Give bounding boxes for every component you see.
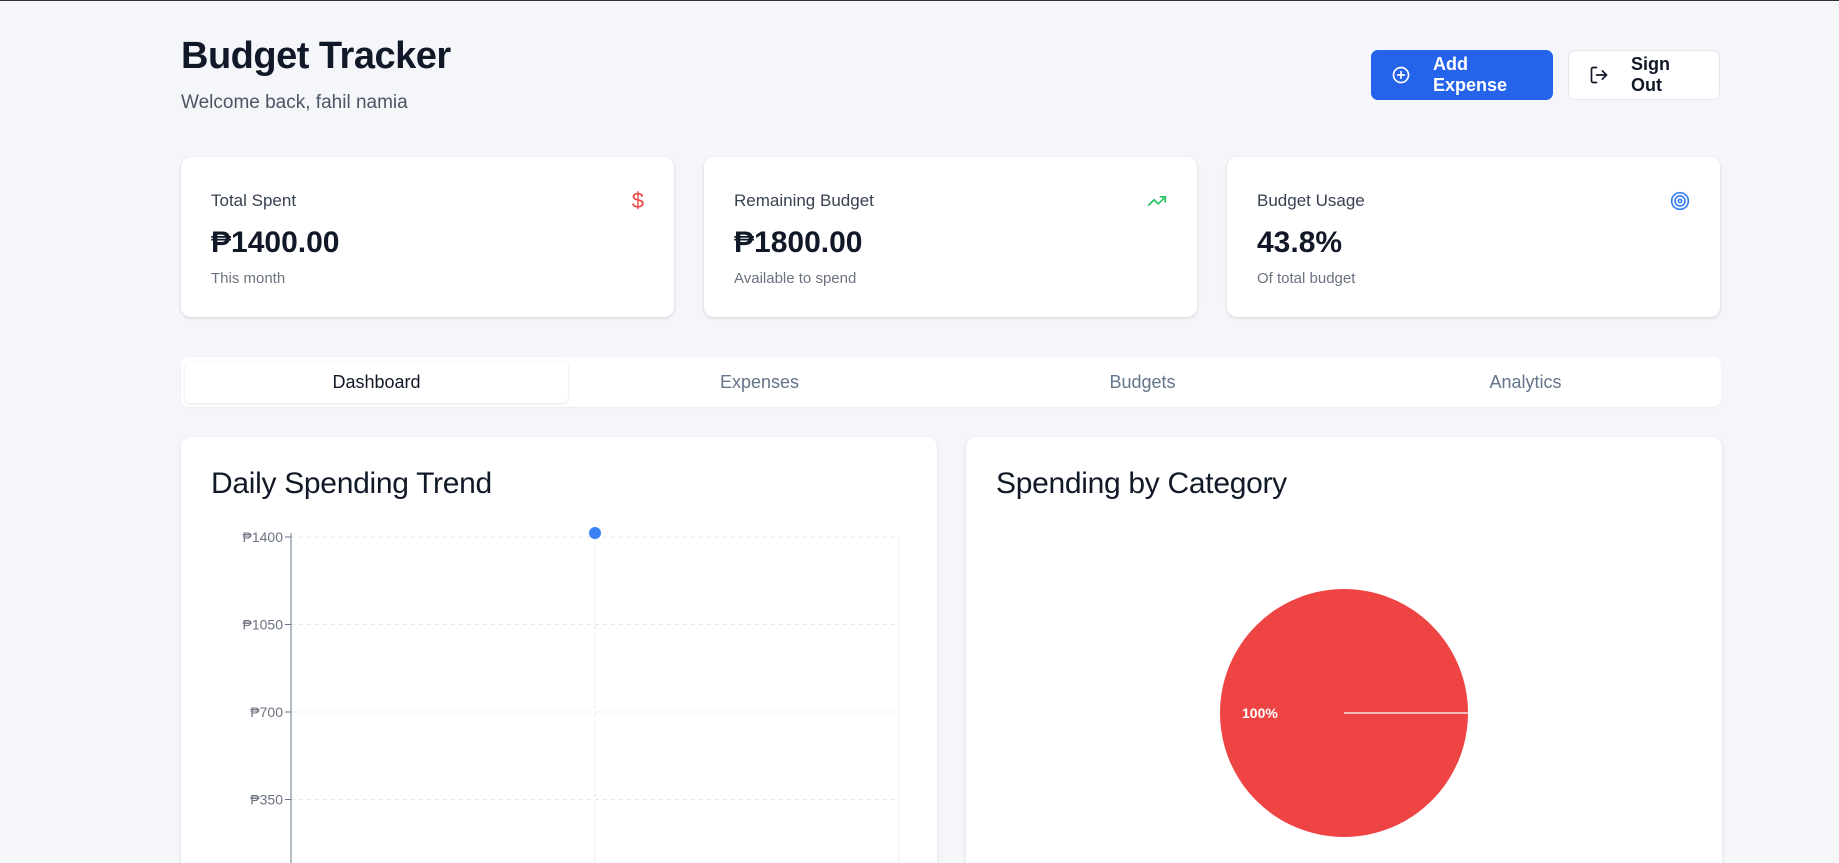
budget-usage-card: Budget Usage 43.8% Of total budget — [1227, 157, 1720, 317]
tab-budgets[interactable]: Budgets — [951, 361, 1334, 403]
stats-row: Total Spent ₱1400.00 This month $ Remain… — [181, 157, 1720, 317]
plus-circle-icon — [1392, 66, 1410, 84]
stat-subtext: This month — [211, 270, 286, 287]
stat-value: 43.8% — [1257, 226, 1343, 259]
category-pie-chart: 100% — [1220, 589, 1468, 837]
page-header: Budget Tracker Welcome back, fahil namia — [181, 35, 451, 114]
sign-out-button[interactable]: Sign Out — [1568, 50, 1720, 100]
y-tick-label: ₱350 — [250, 792, 283, 808]
daily-spending-panel: Daily Spending Trend ₱1400 ₱1050 ₱700 ₱350 — [181, 437, 937, 863]
stat-value: ₱1400.00 — [211, 226, 340, 259]
remaining-budget-card: Remaining Budget ₱1800.00 Available to s… — [704, 157, 1197, 317]
stat-subtext: Of total budget — [1257, 270, 1356, 287]
y-tick-label: ₱700 — [250, 704, 283, 720]
tab-expenses[interactable]: Expenses — [568, 361, 951, 403]
tab-analytics[interactable]: Analytics — [1334, 361, 1717, 403]
welcome-message: Welcome back, fahil namia — [181, 92, 408, 113]
tab-dashboard[interactable]: Dashboard — [185, 361, 568, 403]
total-spent-card: Total Spent ₱1400.00 This month $ — [181, 157, 674, 317]
add-expense-label: Add Expense — [1433, 54, 1508, 95]
y-tick-label: ₱1050 — [243, 617, 284, 633]
daily-spending-chart: ₱1400 ₱1050 ₱700 ₱350 — [243, 527, 900, 863]
add-expense-button[interactable]: Add Expense — [1371, 50, 1553, 100]
header-actions: Add Expense Sign Out — [1371, 50, 1720, 100]
y-tick-label: ₱1400 — [243, 529, 284, 545]
stat-label: Total Spent — [211, 191, 297, 210]
stat-subtext: Available to spend — [734, 270, 857, 287]
sign-out-label: Sign Out — [1631, 54, 1670, 95]
pie-slice-label: 100% — [1242, 705, 1278, 721]
app-title: Budget Tracker — [181, 35, 451, 77]
main-tabs: Dashboard Expenses Budgets Analytics — [181, 357, 1721, 407]
stat-label: Remaining Budget — [734, 191, 874, 210]
stat-value: ₱1800.00 — [734, 226, 863, 259]
target-icon — [1670, 191, 1690, 217]
stat-label: Budget Usage — [1257, 191, 1365, 210]
category-panel: Spending by Category 100% — [966, 437, 1722, 863]
log-out-icon — [1590, 66, 1608, 84]
dollar-icon: $ — [631, 188, 644, 213]
trending-up-icon — [1147, 191, 1167, 217]
data-point[interactable] — [589, 527, 601, 539]
